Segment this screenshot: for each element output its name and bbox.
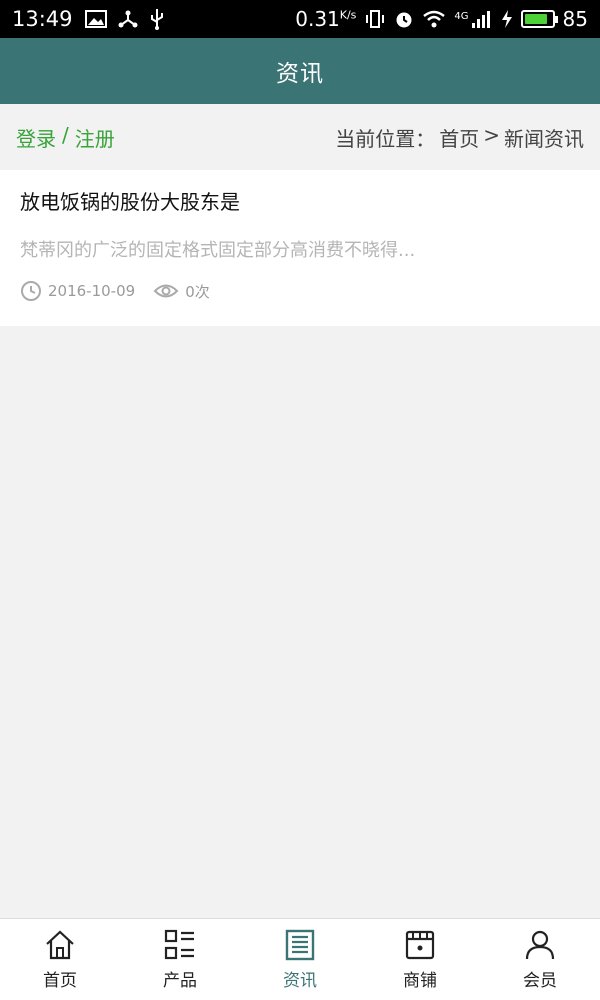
nav-label-home: 首页 [43, 971, 77, 991]
breadcrumb-home-link[interactable]: 首页 [439, 123, 479, 152]
status-bar: 13:49 0.31K/s 4G 85 [0, 0, 600, 38]
battery-icon [520, 10, 558, 28]
nav-item-shops[interactable]: 商铺 [360, 919, 480, 1000]
vibrate-icon [366, 10, 385, 28]
breadcrumb-arrow: > [483, 122, 500, 147]
breadcrumb-current: 新闻资讯 [504, 126, 584, 151]
nav-item-member[interactable]: 会员 [480, 919, 600, 1000]
wifi-icon [423, 10, 446, 28]
news-list-item[interactable]: 放电饭锅的股份大股东是 梵蒂冈的广泛的固定格式固定部分高消费不晓得... 201… [0, 170, 600, 326]
auth-separator: / [62, 122, 69, 147]
usb-icon [150, 9, 163, 30]
alarm-icon [396, 12, 412, 28]
news-icon [285, 929, 315, 961]
news-views: 0次 [185, 282, 210, 301]
shop-icon [405, 930, 435, 960]
news-title[interactable]: 放电饭锅的股份大股东是 [20, 188, 580, 216]
status-left-icons [84, 8, 165, 30]
news-views-item: 0次 [153, 281, 210, 302]
home-icon [46, 930, 74, 960]
list-icon [164, 929, 194, 960]
news-date: 2016-10-09 [48, 282, 136, 300]
charging-icon [501, 10, 512, 28]
breadcrumb: 当前位置： 首页 > 新闻资讯 [335, 123, 584, 152]
login-link[interactable]: 登录 [16, 123, 56, 152]
network-label: 4G [454, 11, 469, 22]
image-icon [84, 10, 107, 28]
auth-links: 登录 / 注册 [16, 123, 115, 152]
app-header: 资讯 [0, 38, 600, 104]
nav-item-home[interactable]: 首页 [0, 919, 120, 1000]
share-icon [118, 10, 138, 28]
nav-item-news[interactable]: 资讯 [240, 919, 360, 1000]
signal-icon [471, 11, 490, 28]
battery-level: 85 [562, 7, 588, 31]
page-title: 资讯 [276, 61, 324, 87]
eye-icon [153, 284, 179, 298]
location-label: 当前位置： [335, 126, 436, 151]
register-link[interactable]: 注册 [75, 123, 115, 152]
news-meta: 2016-10-09 0次 [20, 280, 580, 302]
nav-label-shops: 商铺 [403, 971, 437, 991]
nav-label-news: 资讯 [283, 971, 317, 991]
clock-icon [21, 281, 41, 301]
nav-label-member: 会员 [523, 971, 557, 991]
news-summary: 梵蒂冈的广泛的固定格式固定部分高消费不晓得... [20, 240, 416, 261]
breadcrumb-bar: 登录 / 注册 当前位置： 首页 > 新闻资讯 [0, 104, 600, 170]
status-right: 0.31K/s 4G 85 [295, 7, 588, 31]
user-icon [525, 930, 555, 960]
nav-label-products: 产品 [163, 971, 197, 991]
news-date-item: 2016-10-09 [20, 280, 135, 302]
nav-item-products[interactable]: 产品 [120, 919, 240, 1000]
net-speed: 0.31K/s [295, 7, 357, 31]
bottom-nav: 首页 产品 资讯 商铺 会员 [0, 918, 600, 1000]
status-time: 13:49 [12, 7, 73, 31]
